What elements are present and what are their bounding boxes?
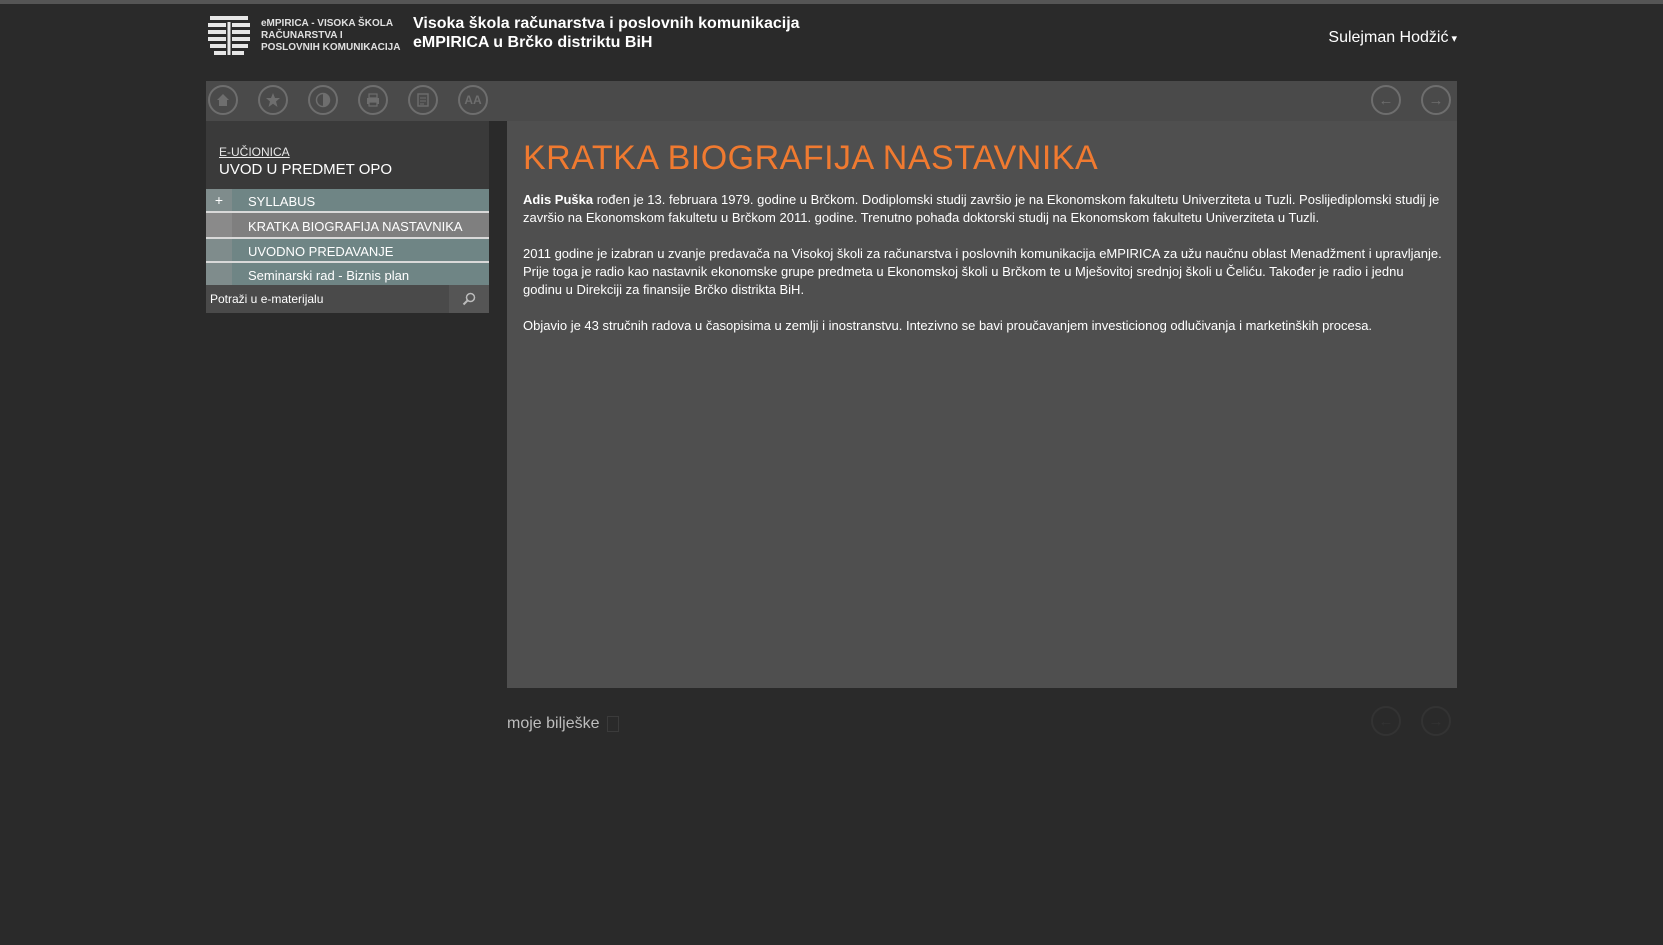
sidebar: E-UČIONICA UVOD U PREDMET OPO + SYLLABUS… (206, 121, 489, 313)
toolbar: AA ← → (206, 81, 1457, 121)
author-name: Adis Puška (523, 192, 594, 207)
arrow-right-icon[interactable]: → (1421, 85, 1451, 115)
sidebar-item-label: KRATKA BIOGRAFIJA NASTAVNIKA (232, 213, 489, 237)
arrow-left-icon[interactable]: ← (1371, 706, 1401, 736)
empirica-logo (207, 13, 251, 57)
course-title: UVOD U PREDMET OPO (219, 161, 393, 178)
contrast-icon[interactable] (308, 85, 338, 115)
sidebar-item-label: UVODNO PREDAVANJE (232, 239, 489, 261)
paragraph-1-text: rođen je 13. februara 1979. godine u Brč… (523, 192, 1440, 225)
search-icon[interactable] (449, 285, 489, 313)
window-top-border (0, 0, 1663, 4)
search-bar (206, 285, 489, 313)
paragraph-2: 2011 godine je izabran u zvanje predavač… (523, 246, 1442, 297)
sidebar-header: E-UČIONICA UVOD U PREDMET OPO (206, 121, 489, 189)
document-icon[interactable] (408, 85, 438, 115)
breadcrumb-e-ucionica[interactable]: E-UČIONICA (219, 145, 489, 159)
arrow-left-icon[interactable]: ← (1371, 85, 1401, 115)
note-icon (607, 715, 620, 732)
my-notes-label: moje bilješke (507, 715, 600, 732)
star-icon[interactable] (258, 85, 288, 115)
my-notes-link[interactable]: moje bilješke (507, 715, 620, 733)
sidebar-item-syllabus[interactable]: + SYLLABUS (206, 189, 489, 213)
sidebar-item-seminarski-rad[interactable]: Seminarski rad - Biznis plan (206, 263, 489, 285)
sidebar-item-label: SYLLABUS (232, 189, 489, 211)
sidebar-item-handle (206, 213, 232, 237)
sidebar-item-handle (206, 239, 232, 261)
paragraph-1: Adis Puška rođen je 13. februara 1979. g… (523, 191, 1443, 227)
user-name: Sulejman Hodžić (1328, 29, 1449, 46)
arrow-right-icon[interactable]: → (1421, 706, 1451, 736)
sidebar-item-handle (206, 263, 232, 285)
search-input[interactable] (206, 285, 449, 313)
logo-text: eMPIRICA - VISOKA ŠKOLA RAČUNARSTVA I PO… (261, 18, 401, 53)
site-title-line2: eMPIRICA u Brčko distriktu BiH (413, 34, 653, 51)
user-menu[interactable]: Sulejman Hodžić ▾ (1300, 29, 1457, 47)
content-body: Adis Puška rođen je 13. februara 1979. g… (523, 191, 1443, 353)
expand-icon[interactable]: + (206, 189, 232, 211)
sidebar-item-uvodno-predavanje[interactable]: UVODNO PREDAVANJE (206, 239, 489, 263)
chevron-down-icon: ▾ (1451, 33, 1457, 45)
site-title: Visoka škola računarstva i poslovnih kom… (413, 14, 800, 52)
sidebar-item-biografija[interactable]: KRATKA BIOGRAFIJA NASTAVNIKA (206, 213, 489, 239)
site-title-line1: Visoka škola računarstva i poslovnih kom… (413, 15, 800, 32)
page-title: KRATKA BIOGRAFIJA NASTAVNIKA (523, 139, 1099, 177)
content-panel: KRATKA BIOGRAFIJA NASTAVNIKA Adis Puška … (507, 121, 1457, 688)
paragraph-3: Objavio je 43 stručnih radova u časopisi… (523, 318, 1373, 333)
print-icon[interactable] (358, 85, 388, 115)
home-icon[interactable] (208, 85, 238, 115)
sidebar-item-label: Seminarski rad - Biznis plan (232, 263, 489, 285)
font-size-icon[interactable]: AA (458, 85, 488, 115)
